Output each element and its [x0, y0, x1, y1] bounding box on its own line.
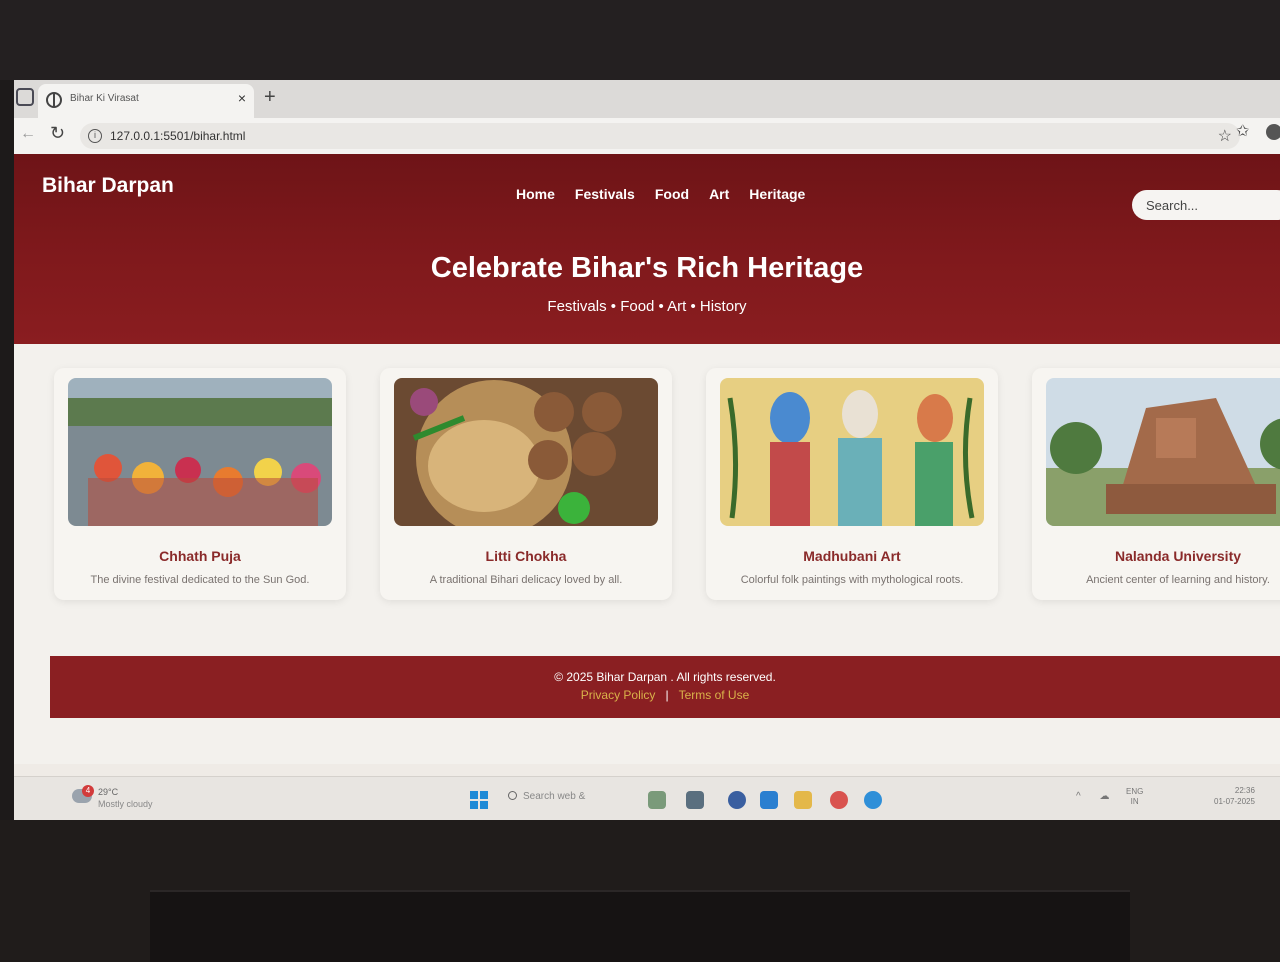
- browser-address-bar: ← ↻ i 127.0.0.1:5501/bihar.html ☆: [14, 118, 1280, 155]
- taskbar-search[interactable]: Search web &: [508, 791, 585, 802]
- edge-icon[interactable]: [864, 791, 882, 809]
- footer-links: Privacy Policy | Terms of Use: [50, 688, 1280, 702]
- nav-link-festivals[interactable]: Festivals: [575, 186, 635, 202]
- back-arrow-icon[interactable]: ←: [20, 125, 36, 143]
- madhubani-art-image: [720, 378, 984, 526]
- weather-temperature: 29°C: [98, 787, 119, 797]
- terms-of-use-link[interactable]: Terms of Use: [679, 688, 750, 702]
- card-grid: Chhath Puja The divine festival dedicate…: [54, 368, 1280, 600]
- litti-chokha-image: [394, 378, 658, 526]
- card-title: Madhubani Art: [803, 548, 901, 564]
- browser-tab[interactable]: Bihar Ki Virasat ×: [38, 84, 254, 118]
- reload-icon[interactable]: ↻: [50, 123, 65, 144]
- new-tab-button[interactable]: +: [264, 86, 276, 109]
- card-chhath-puja[interactable]: Chhath Puja The divine festival dedicate…: [54, 368, 346, 600]
- search-input[interactable]: [1132, 190, 1280, 220]
- monitor-bezel-left: [0, 80, 14, 820]
- nav-link-art[interactable]: Art: [709, 186, 729, 202]
- star-icon[interactable]: ☆: [1218, 126, 1232, 146]
- site-footer: © 2025 Bihar Darpan . All rights reserve…: [50, 656, 1280, 718]
- nalanda-university-image: [1046, 378, 1280, 526]
- footer-copyright: © 2025 Bihar Darpan . All rights reserve…: [554, 670, 776, 684]
- card-title: Litti Chokha: [485, 548, 567, 564]
- card-litti-chokha[interactable]: Litti Chokha A traditional Bihari delica…: [380, 368, 672, 600]
- laptop-hinge: [150, 890, 1130, 962]
- weather-description: Mostly cloudy: [98, 799, 153, 809]
- chhath-puja-image: [68, 378, 332, 526]
- hero-title: Celebrate Bihar's Rich Heritage: [430, 252, 864, 284]
- browser-tabbar: Bihar Ki Virasat × +: [14, 80, 1280, 118]
- notification-badge: 4: [82, 785, 94, 797]
- screen: Bihar Ki Virasat × + ← ↻ i 127.0.0.1:550…: [14, 80, 1280, 820]
- hero-subtitle: Festivals • Food • Art • History: [547, 298, 747, 315]
- footer-separator: |: [665, 688, 669, 702]
- card-description: Colorful folk paintings with mythologica…: [740, 574, 964, 586]
- favorites-icon[interactable]: ✩: [1236, 121, 1249, 141]
- info-icon[interactable]: i: [88, 129, 102, 143]
- taskbar-app-icon[interactable]: [728, 791, 746, 809]
- card-title: Chhath Puja: [159, 548, 241, 564]
- system-tray-icons[interactable]: ^ ☁: [1076, 791, 1117, 802]
- close-icon[interactable]: ×: [238, 90, 246, 106]
- chrome-icon[interactable]: [830, 791, 848, 809]
- taskbar-search-text: Search web &: [523, 791, 586, 802]
- card-description: Ancient center of learning and history.: [1086, 574, 1270, 586]
- monitor-bezel-top: [0, 0, 1280, 80]
- tab-title: Bihar Ki Virasat: [70, 93, 139, 104]
- card-description: A traditional Bihari delicacy loved by a…: [429, 574, 623, 586]
- site-brand[interactable]: Bihar Darpan: [42, 174, 174, 198]
- card-madhubani-art[interactable]: Madhubani Art Colorful folk paintings wi…: [706, 368, 998, 600]
- card-nalanda-university[interactable]: Nalanda University Ancient center of lea…: [1032, 368, 1280, 600]
- nav-link-home[interactable]: Home: [516, 186, 555, 202]
- taskbar-clock[interactable]: 22:36 01-07-2025: [1214, 785, 1255, 807]
- site-nav: Home Festivals Food Art Heritage: [516, 186, 805, 202]
- windows-taskbar: 4 29°C Mostly cloudy Search web & ^ ☁ EN…: [14, 776, 1280, 820]
- window-icon[interactable]: [16, 88, 34, 106]
- file-explorer-icon[interactable]: [794, 791, 812, 809]
- search-icon: [508, 791, 517, 800]
- nav-link-food[interactable]: Food: [655, 186, 689, 202]
- profile-icon[interactable]: [1266, 124, 1280, 140]
- card-title: Nalanda University: [1114, 548, 1242, 564]
- card-description: The divine festival dedicated to the Sun…: [90, 574, 310, 586]
- vscode-icon[interactable]: [760, 791, 778, 809]
- taskbar-app-icon[interactable]: [686, 791, 704, 809]
- privacy-policy-link[interactable]: Privacy Policy: [581, 688, 656, 702]
- url-text[interactable]: 127.0.0.1:5501/bihar.html: [110, 129, 245, 143]
- globe-icon: [46, 92, 62, 108]
- taskbar-app-downloads-icon[interactable]: [648, 791, 666, 809]
- language-indicator[interactable]: ENG IN: [1126, 787, 1143, 807]
- web-page: Bihar Darpan Home Festivals Food Art Her…: [14, 154, 1280, 764]
- url-field[interactable]: i 127.0.0.1:5501/bihar.html ☆: [80, 123, 1240, 149]
- nav-link-heritage[interactable]: Heritage: [749, 186, 805, 202]
- site-header: Bihar Darpan Home Festivals Food Art Her…: [14, 154, 1280, 344]
- start-icon[interactable]: [470, 791, 488, 809]
